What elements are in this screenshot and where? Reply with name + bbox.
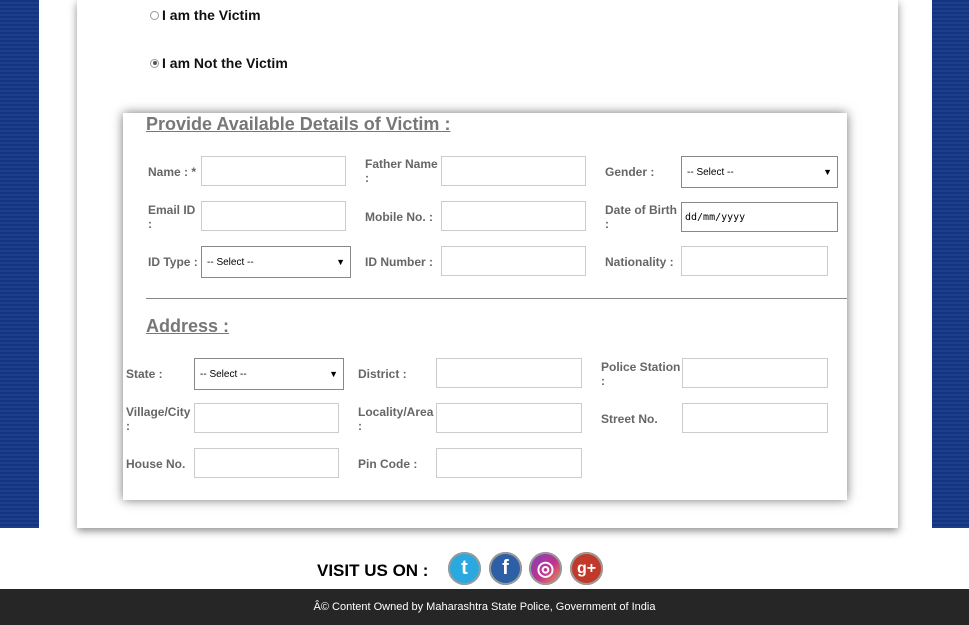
district-input[interactable]: [436, 358, 582, 388]
dob-input[interactable]: dd/mm/yyyy: [681, 202, 838, 232]
state-select[interactable]: -- Select -- ▼: [194, 358, 344, 390]
footer-text: Â© Content Owned by Maharashtra State Po…: [313, 601, 656, 613]
instagram-glyph: ◎: [536, 558, 555, 580]
instagram-icon[interactable]: ◎: [529, 552, 562, 585]
father-name-label: Father Name: [365, 157, 438, 171]
name-input[interactable]: [201, 156, 346, 186]
radio-victim-label: I am the Victim: [162, 7, 261, 23]
village-label-colon: :: [126, 419, 130, 433]
email-label: Email ID: [148, 203, 196, 217]
village-input[interactable]: [194, 403, 339, 433]
police-station-input[interactable]: [682, 358, 828, 388]
section-divider: [146, 298, 847, 299]
mobile-input[interactable]: [441, 201, 586, 231]
email-input[interactable]: [201, 201, 346, 231]
id-type-label: ID Type :: [148, 255, 198, 269]
google-plus-glyph: g+: [576, 559, 597, 577]
gender-select[interactable]: -- Select -- ▼: [681, 156, 838, 188]
radio-victim[interactable]: [150, 10, 159, 20]
locality-label-colon: :: [358, 419, 362, 433]
facebook-glyph: f: [502, 557, 509, 579]
id-number-input[interactable]: [441, 246, 586, 276]
pin-label: Pin Code :: [358, 457, 418, 471]
chevron-down-icon: ▼: [823, 167, 832, 177]
gender-label: Gender :: [605, 165, 655, 179]
gender-select-value: -- Select --: [687, 166, 734, 178]
id-type-select-value: -- Select --: [207, 256, 254, 268]
victim-details-title: Provide Available Details of Victim :: [146, 114, 451, 134]
state-label: State :: [126, 367, 163, 381]
chevron-down-icon: ▼: [329, 369, 338, 379]
street-input[interactable]: [682, 403, 828, 433]
street-label: Street No.: [601, 412, 658, 426]
police-station-label: Police Station: [601, 360, 681, 374]
radio-not-victim[interactable]: [150, 58, 159, 68]
address-title: Address :: [146, 316, 230, 336]
house-label: House No.: [126, 457, 186, 471]
dob-label: Date of Birth: [605, 203, 677, 217]
father-name-label-colon: :: [365, 171, 369, 185]
facebook-icon[interactable]: f: [489, 552, 522, 585]
father-name-input[interactable]: [441, 156, 586, 186]
locality-input[interactable]: [436, 403, 582, 433]
id-number-label: ID Number :: [365, 255, 434, 269]
footer: Â© Content Owned by Maharashtra State Po…: [0, 589, 969, 625]
dob-placeholder: dd/mm/yyyy: [685, 211, 746, 223]
pin-input[interactable]: [436, 448, 582, 478]
visit-us-label: VISIT US ON :: [317, 561, 429, 580]
radio-option-not-victim[interactable]: I am Not the Victim: [150, 55, 288, 71]
radio-option-victim[interactable]: I am the Victim: [150, 7, 261, 23]
dob-label-colon: :: [605, 217, 609, 231]
background-left: [0, 0, 39, 528]
state-select-value: -- Select --: [200, 368, 247, 380]
village-label: Village/City: [126, 405, 191, 419]
police-station-label-colon: :: [601, 374, 605, 388]
background-right: [932, 0, 969, 528]
twitter-icon[interactable]: t: [448, 552, 481, 585]
email-label-colon: :: [148, 217, 152, 231]
google-plus-icon[interactable]: g+: [570, 552, 603, 585]
mobile-label: Mobile No. :: [365, 210, 433, 224]
id-type-select[interactable]: -- Select -- ▼: [201, 246, 351, 278]
house-input[interactable]: [194, 448, 339, 478]
district-label: District :: [358, 367, 407, 381]
locality-label: Locality/Area: [358, 405, 434, 419]
twitter-glyph: t: [461, 557, 468, 579]
radio-not-victim-label: I am Not the Victim: [162, 55, 288, 71]
name-label: Name : *: [148, 165, 197, 179]
chevron-down-icon: ▼: [336, 257, 345, 267]
nationality-input[interactable]: [681, 246, 828, 276]
nationality-label: Nationality :: [605, 255, 674, 269]
